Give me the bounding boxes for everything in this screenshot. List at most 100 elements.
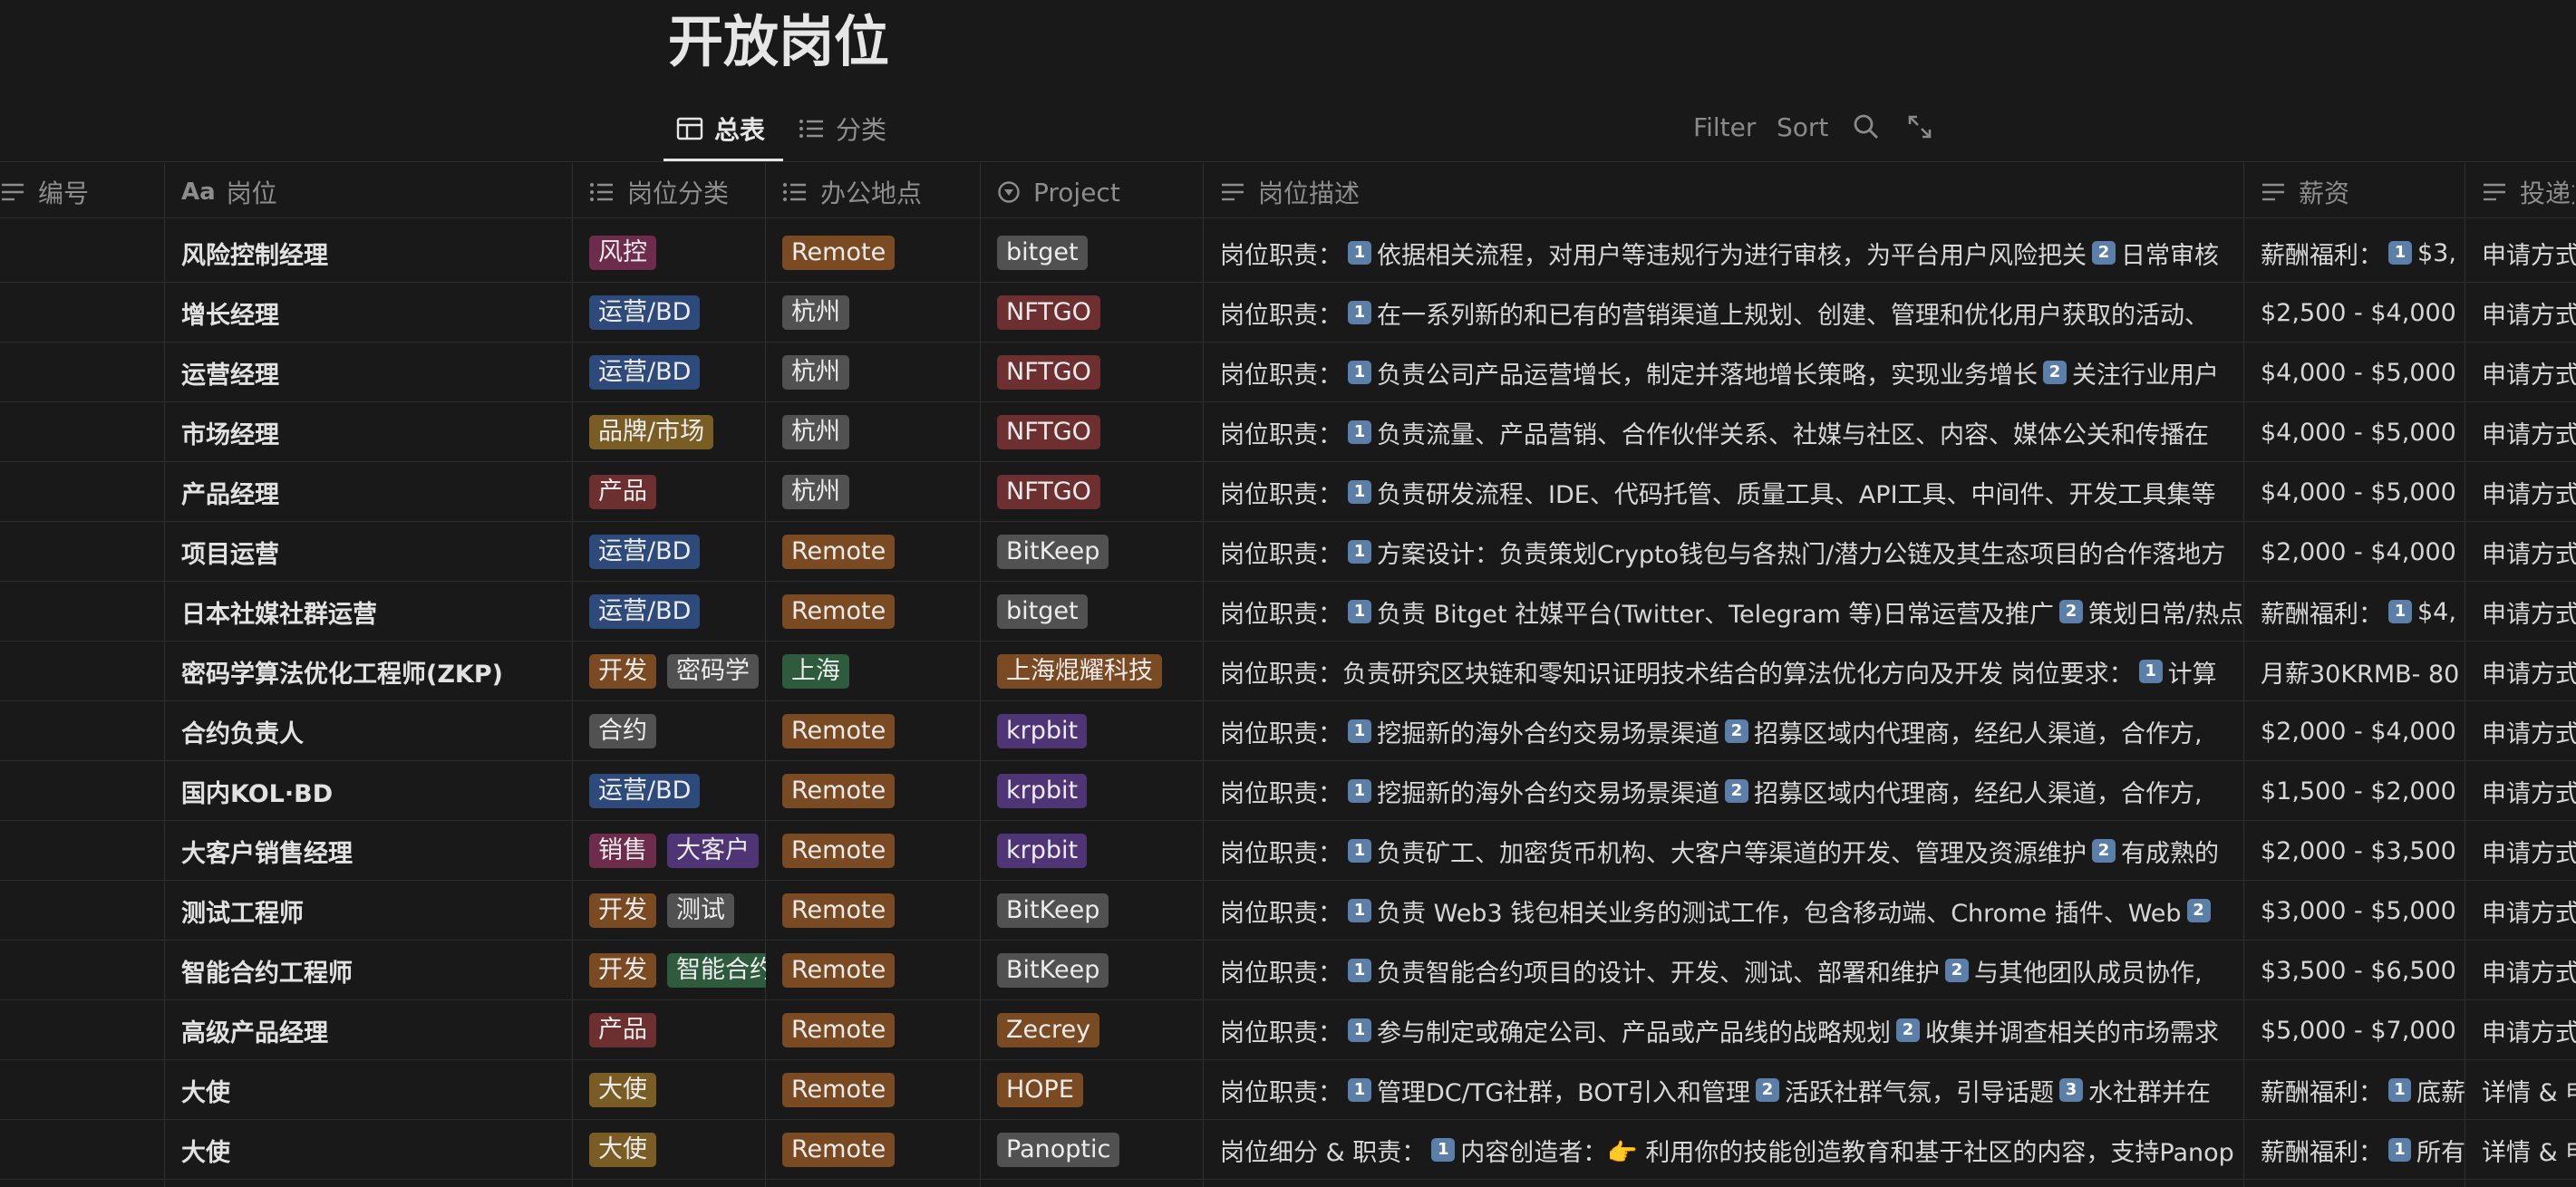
id-cell[interactable] xyxy=(0,1120,165,1180)
salary-cell[interactable]: $4,000 - $5,000 xyxy=(2261,343,2465,402)
project-cell[interactable]: Zecrey xyxy=(997,1000,1204,1060)
category-cell[interactable]: 产品 xyxy=(589,1000,766,1060)
tab-category[interactable]: 分类 xyxy=(798,107,886,150)
description-cell[interactable]: 岗位职责： 1 管理DC/TG社群，BOT引入和管理 2 活跃社群气氛，引导话题 3 水社群… xyxy=(1220,1060,2244,1120)
description-cell[interactable]: 岗位职责： 1 挖掘新的海外合约交易场景渠道 2 招募区域内代理商，经纪人渠道，合作方, xyxy=(1220,761,2244,821)
description-cell[interactable]: 岗位职责： 1 负责矿工、加密货币机构、大客户等渠道的开发、管理及资源维护 2 有成熟的 xyxy=(1220,821,2244,881)
id-cell[interactable] xyxy=(0,402,165,462)
salary-cell[interactable]: 薪酬福利： 1 $3, xyxy=(2261,223,2465,283)
category-cell[interactable]: 销售 大客户 xyxy=(589,821,766,881)
project-cell[interactable]: krpbit xyxy=(997,701,1204,761)
id-cell[interactable] xyxy=(0,1060,165,1120)
column-header-1[interactable]: Aa 岗位 xyxy=(181,169,571,216)
project-cell[interactable]: Panoptic xyxy=(997,1120,1204,1180)
salary-cell[interactable]: $1,500 - $2,000 xyxy=(2261,761,2465,821)
description-cell[interactable]: 岗位职责： 1 在一系列新的和已有的营销渠道上规划、创建、管理和优化用户获取的活动、 xyxy=(1220,283,2244,343)
apply-cell[interactable]: 申请方式 xyxy=(2482,582,2576,642)
column-header-4[interactable]: Project xyxy=(997,169,1202,216)
position-name-cell[interactable]: 测试工程师 xyxy=(181,881,573,941)
column-header-5[interactable]: 岗位描述 xyxy=(1220,169,2242,216)
salary-cell[interactable]: 薪酬福利： 1 $4, xyxy=(2261,582,2465,642)
project-cell[interactable]: NFTGO xyxy=(997,402,1204,462)
category-cell[interactable]: 运营/BD xyxy=(589,761,766,821)
description-cell[interactable]: 岗位职责： 1 挖掘新的海外合约交易场景渠道 2 招募区域内代理商，经纪人渠道，合作方, xyxy=(1220,701,2244,761)
column-header-2[interactable]: 岗位分类 xyxy=(589,169,764,216)
position-name-cell[interactable]: 市场经理 xyxy=(181,402,573,462)
position-name-cell[interactable]: 大客户销售经理 xyxy=(181,821,573,881)
id-cell[interactable] xyxy=(0,582,165,642)
salary-cell[interactable]: $2,000 - $3,500 xyxy=(2261,821,2465,881)
category-cell[interactable]: 运营/BD xyxy=(589,283,766,343)
category-cell[interactable]: 开发 密码学 xyxy=(589,642,766,701)
description-cell[interactable]: 岗位细分 & 职责： 1 内容创造者：👉 利用你的技能创造教育和基于社区的内容，支持… xyxy=(1220,1120,2244,1180)
description-cell[interactable]: 岗位职责： 1 负责智能合约项目的设计、开发、测试、部署和维护 2 与其他团队成员协作, xyxy=(1220,941,2244,1000)
location-cell[interactable]: Remote xyxy=(782,881,981,941)
id-cell[interactable] xyxy=(0,881,165,941)
table-row[interactable]: 项目运营 运营/BD Remote BitKeep 岗位职责： 1 方案设计：负责策划Cry… xyxy=(0,522,2576,582)
table-row[interactable]: 合约负责人 合约 Remote krpbit 岗位职责： 1 挖掘新的海外合约交易场景渠道 2… xyxy=(0,701,2576,761)
location-cell[interactable]: 杭州 xyxy=(782,283,981,343)
description-cell[interactable]: 岗位职责：负责研究区块链和零知识证明技术结合的算法优化方向及开发 岗位要求： 1 计… xyxy=(1220,642,2244,701)
project-cell[interactable]: NFTGO xyxy=(997,283,1204,343)
id-cell[interactable] xyxy=(0,522,165,582)
location-cell[interactable]: Remote xyxy=(782,1120,981,1180)
project-cell[interactable]: BitKeep xyxy=(997,941,1204,1000)
description-cell[interactable]: 岗位职责： 1 负责流量、产品营销、合作伙伴关系、社媒与社区、内容、媒体公关和传播在 xyxy=(1220,402,2244,462)
location-cell[interactable]: Remote xyxy=(782,582,981,642)
id-cell[interactable] xyxy=(0,223,165,283)
table-row[interactable]: 大客户销售经理 销售 大客户 Remote krpbit 岗位职责： 1 负责矿工、加密货币机… xyxy=(0,821,2576,881)
table-row[interactable]: 日本社媒社群运营 运营/BD Remote bitget 岗位职责： 1 负责 Bitget… xyxy=(0,582,2576,642)
salary-cell[interactable]: $4,000 - $5,000 xyxy=(2261,462,2465,522)
location-cell[interactable]: Remote xyxy=(782,1000,981,1060)
description-cell[interactable]: 岗位职责： 1 方案设计：负责策划Crypto钱包与各热门/潜力公链及其生态项目的合… xyxy=(1220,522,2244,582)
description-cell[interactable]: 岗位职责： 1 负责公司产品运营增长，制定并落地增长策略，实现业务增长 2 关注行业用户 xyxy=(1220,343,2244,402)
id-cell[interactable] xyxy=(0,642,165,701)
location-cell[interactable]: 上海 xyxy=(782,642,981,701)
position-name-cell[interactable]: 大使 xyxy=(181,1060,573,1120)
project-cell[interactable]: krpbit xyxy=(997,821,1204,881)
category-cell[interactable]: 运营/BD xyxy=(589,343,766,402)
expand-button[interactable] xyxy=(1907,107,1932,147)
table-row[interactable]: 高级产品经理 产品 Remote Zecrey 岗位职责： 1 参与制定或确定公司、产品或产… xyxy=(0,1000,2576,1060)
salary-cell[interactable]: 薪酬福利： 1 底薪 xyxy=(2261,1060,2465,1120)
table-row[interactable]: 风险控制经理 风控 Remote bitget 岗位职责： 1 依据相关流程，对用户等违规行… xyxy=(0,223,2576,283)
location-cell[interactable]: 杭州 xyxy=(782,462,981,522)
category-cell[interactable]: 大使 xyxy=(589,1120,766,1180)
position-name-cell[interactable]: 日本社媒社群运营 xyxy=(181,582,573,642)
table-row[interactable]: 增长经理 运营/BD 杭州 NFTGO 岗位职责： 1 在一系列新的和已有的营销渠道上规划、… xyxy=(0,283,2576,343)
category-cell[interactable]: 开发 智能合约 xyxy=(589,941,766,1000)
position-name-cell[interactable]: 风险控制经理 xyxy=(181,223,573,283)
position-name-cell[interactable]: 产品经理 xyxy=(181,462,573,522)
project-cell[interactable]: bitget xyxy=(997,223,1204,283)
location-cell[interactable]: Remote xyxy=(782,701,981,761)
location-cell[interactable]: Remote xyxy=(782,223,981,283)
search-button[interactable] xyxy=(1853,107,1880,147)
apply-cell[interactable]: 申请方式 xyxy=(2482,462,2576,522)
position-name-cell[interactable]: 智能合约工程师 xyxy=(181,941,573,1000)
position-name-cell[interactable]: 增长经理 xyxy=(181,283,573,343)
apply-cell[interactable]: 申请方式 xyxy=(2482,283,2576,343)
id-cell[interactable] xyxy=(0,1000,165,1060)
project-cell[interactable]: BitKeep xyxy=(997,522,1204,582)
salary-cell[interactable]: 薪酬福利： 1 所有 xyxy=(2261,1120,2465,1180)
id-cell[interactable] xyxy=(0,343,165,402)
description-cell[interactable]: 岗位职责： 1 负责 Bitget 社媒平台(Twitter、Telegram 等)… xyxy=(1220,582,2244,642)
id-cell[interactable] xyxy=(0,821,165,881)
salary-cell[interactable]: $3,000 - $5,000 xyxy=(2261,881,2465,941)
table-row[interactable]: 市场经理 品牌/市场 杭州 NFTGO 岗位职责： 1 负责流量、产品营销、合作伙伴关系、社… xyxy=(0,402,2576,462)
column-header-7[interactable]: 投递方 xyxy=(2482,169,2574,216)
category-cell[interactable]: 合约 xyxy=(589,701,766,761)
apply-cell[interactable]: 申请方式 xyxy=(2482,701,2576,761)
position-name-cell[interactable]: 高级产品经理 xyxy=(181,1000,573,1060)
category-cell[interactable]: 产品 xyxy=(589,462,766,522)
position-name-cell[interactable]: 密码学算法优化工程师(ZKP) xyxy=(181,642,573,701)
filter-button[interactable]: Filter xyxy=(1693,107,1756,147)
table-row[interactable]: 产品经理 产品 杭州 NFTGO 岗位职责： 1 负责研发流程、IDE、代码托管、质量工具、… xyxy=(0,462,2576,522)
apply-cell[interactable]: 详情 & 申 xyxy=(2482,1120,2576,1180)
salary-cell[interactable]: $2,000 - $4,000 xyxy=(2261,522,2465,582)
table-row[interactable]: 国内KOL·BD 运营/BD Remote krpbit 岗位职责： 1 挖掘新的海外合约交… xyxy=(0,761,2576,821)
id-cell[interactable] xyxy=(0,701,165,761)
description-cell[interactable]: 岗位职责： 1 负责 Web3 钱包相关业务的测试工作，包含移动端、Chrome 插… xyxy=(1220,881,2244,941)
tab-total[interactable]: 总表 xyxy=(676,107,765,150)
column-header-6[interactable]: 薪资 xyxy=(2261,169,2464,216)
